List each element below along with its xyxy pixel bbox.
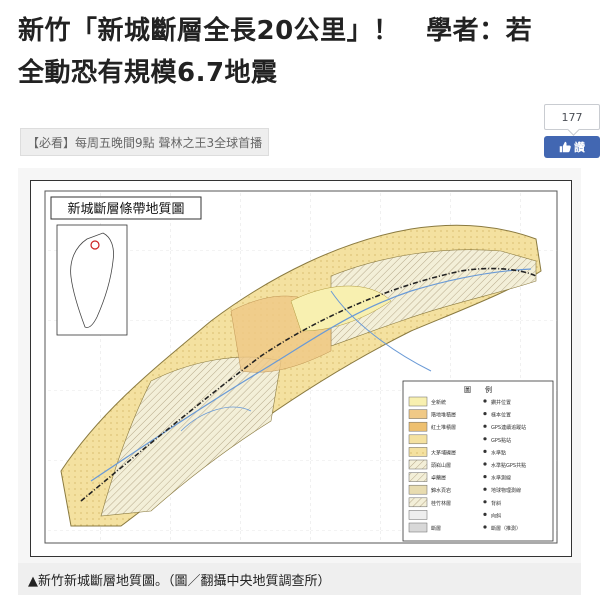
- legend-symbol: [483, 500, 487, 504]
- legend-symbol-label: 地球物理測線: [491, 487, 521, 494]
- legend-label: 桂竹林層: [431, 500, 451, 507]
- legend-swatch: [408, 522, 428, 533]
- headline-line-1: 新竹「新城斷層全長20公里」！ 學者：若: [18, 16, 533, 46]
- legend-symbol: [483, 399, 487, 403]
- promo-banner-link[interactable]: 【必看】每周五晚間9點 聲林之王3全球首播: [20, 128, 270, 156]
- legend-symbol: [483, 525, 487, 529]
- legend-symbol: [483, 412, 487, 416]
- legend-symbol: [483, 487, 487, 491]
- legend-title: 圖 例: [464, 385, 492, 394]
- legend-swatch: [408, 497, 428, 508]
- legend-label: 階地堆積層: [431, 412, 456, 419]
- article-figure: 新城斷層條帶地質圖 圖 例 全新統階地堆積層紅土堆積層大茅埔礫層頭嵙山層卓蘭層錦…: [18, 168, 581, 563]
- legend-swatch: [408, 434, 428, 445]
- legend-symbol-label: 水準測線: [491, 475, 511, 482]
- legend-label: 紅土堆積層: [431, 424, 456, 431]
- headline-line-2: 全動恐有規模6.7地震: [18, 58, 278, 88]
- legend-swatch: [408, 472, 428, 482]
- legend-symbol: [483, 462, 487, 466]
- figure-caption: ▲新竹新城斷層地質圖。（圖／翻攝中央地質調查所）: [18, 563, 581, 595]
- geologic-map-image: 新城斷層條帶地質圖 圖 例 全新統階地堆積層紅土堆積層大茅埔礫層頭嵙山層卓蘭層錦…: [30, 180, 572, 557]
- map-legend: 圖 例 全新統階地堆積層紅土堆積層大茅埔礫層頭嵙山層卓蘭層錦水頁岩桂竹林層斷層 鑽…: [402, 380, 554, 542]
- legend-label: 頭嵙山層: [431, 462, 451, 469]
- legend-symbol-label: 斷層（推測）: [491, 525, 521, 532]
- like-count: 177: [544, 104, 600, 130]
- legend-swatch: [408, 409, 428, 419]
- legend-symbol-label: GPS點站: [491, 437, 511, 444]
- legend-label: 全新統: [431, 399, 446, 406]
- legend-swatch: [408, 459, 428, 470]
- legend-symbol: [483, 512, 487, 516]
- legend-label: 斷層: [431, 525, 441, 532]
- legend-label: 錦水頁岩: [431, 487, 451, 494]
- legend-symbol-label: 鑽井位置: [491, 399, 511, 406]
- thumbs-up-icon: [559, 141, 571, 153]
- map-title: 新城斷層條帶地質圖: [67, 201, 184, 217]
- legend-swatch: [408, 396, 428, 407]
- like-button[interactable]: 讚: [544, 136, 600, 158]
- legend-swatch: [408, 510, 428, 520]
- legend-symbol: [483, 475, 487, 479]
- legend-symbol-label: 背斜: [491, 500, 501, 507]
- legend-symbol: [483, 437, 487, 441]
- legend-label: 卓蘭層: [431, 475, 446, 482]
- legend-swatch: [408, 447, 428, 457]
- geologic-map: 新城斷層條帶地質圖 圖 例 全新統階地堆積層紅土堆積層大茅埔礫層頭嵙山層卓蘭層錦…: [44, 190, 558, 544]
- legend-swatch: [408, 421, 428, 432]
- legend-symbol-label: 水準點: [491, 449, 506, 456]
- legend-symbol-label: 樣本位置: [491, 412, 511, 419]
- legend-symbol-label: GPS連續追蹤站: [491, 424, 526, 431]
- legend-symbol: [483, 424, 487, 428]
- like-button-label: 讚: [574, 141, 585, 154]
- article-headline: 新竹「新城斷層全長20公里」！ 學者：若 全動恐有規模6.7地震: [18, 10, 593, 94]
- legend-swatch: [408, 484, 428, 495]
- legend-symbol-label: 水準點GPS共點: [491, 462, 526, 469]
- legend-symbol: [483, 449, 487, 453]
- legend-label: 大茅埔礫層: [431, 449, 456, 456]
- legend-symbol-label: 向斜: [491, 512, 501, 519]
- facebook-like-widget: 177 讚: [544, 104, 600, 158]
